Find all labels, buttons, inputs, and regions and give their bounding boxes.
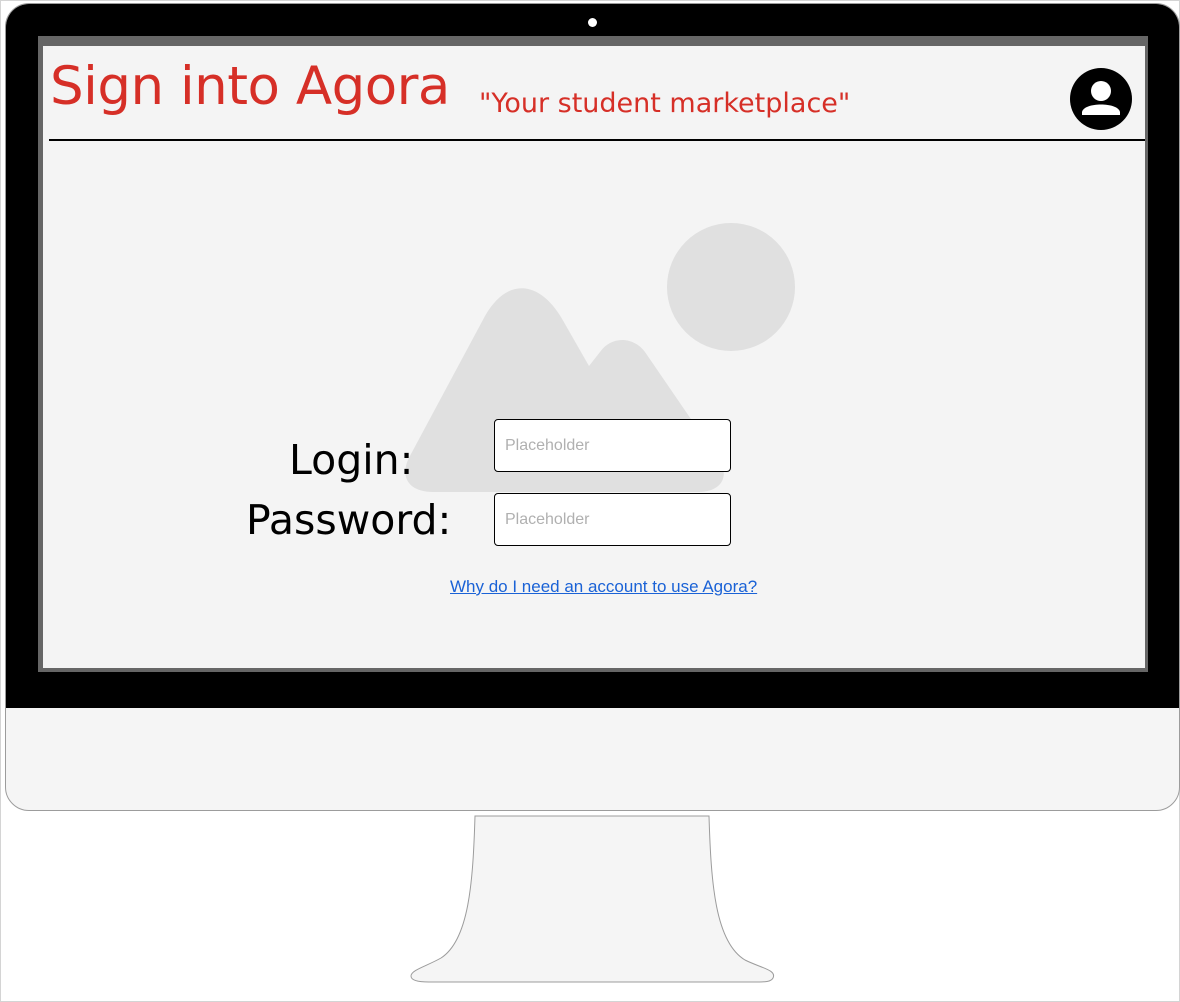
page-tagline: "Your student marketplace" xyxy=(479,88,851,119)
login-input[interactable] xyxy=(494,419,731,472)
page-title: Sign into Agora xyxy=(50,56,450,117)
user-circle-icon[interactable] xyxy=(1070,68,1132,130)
password-label: Password: xyxy=(246,496,452,544)
account-help-link[interactable]: Why do I need an account to use Agora? xyxy=(450,577,757,597)
monitor-stand xyxy=(410,815,775,983)
monitor-bezel: Sign into Agora "Your student marketplac… xyxy=(6,4,1179,708)
password-input[interactable] xyxy=(494,493,731,546)
monitor: Sign into Agora "Your student marketplac… xyxy=(5,3,1180,811)
login-screen: Sign into Agora "Your student marketplac… xyxy=(43,46,1145,668)
camera-icon xyxy=(588,18,597,27)
login-label: Login: xyxy=(289,436,414,484)
header-divider xyxy=(49,139,1145,141)
